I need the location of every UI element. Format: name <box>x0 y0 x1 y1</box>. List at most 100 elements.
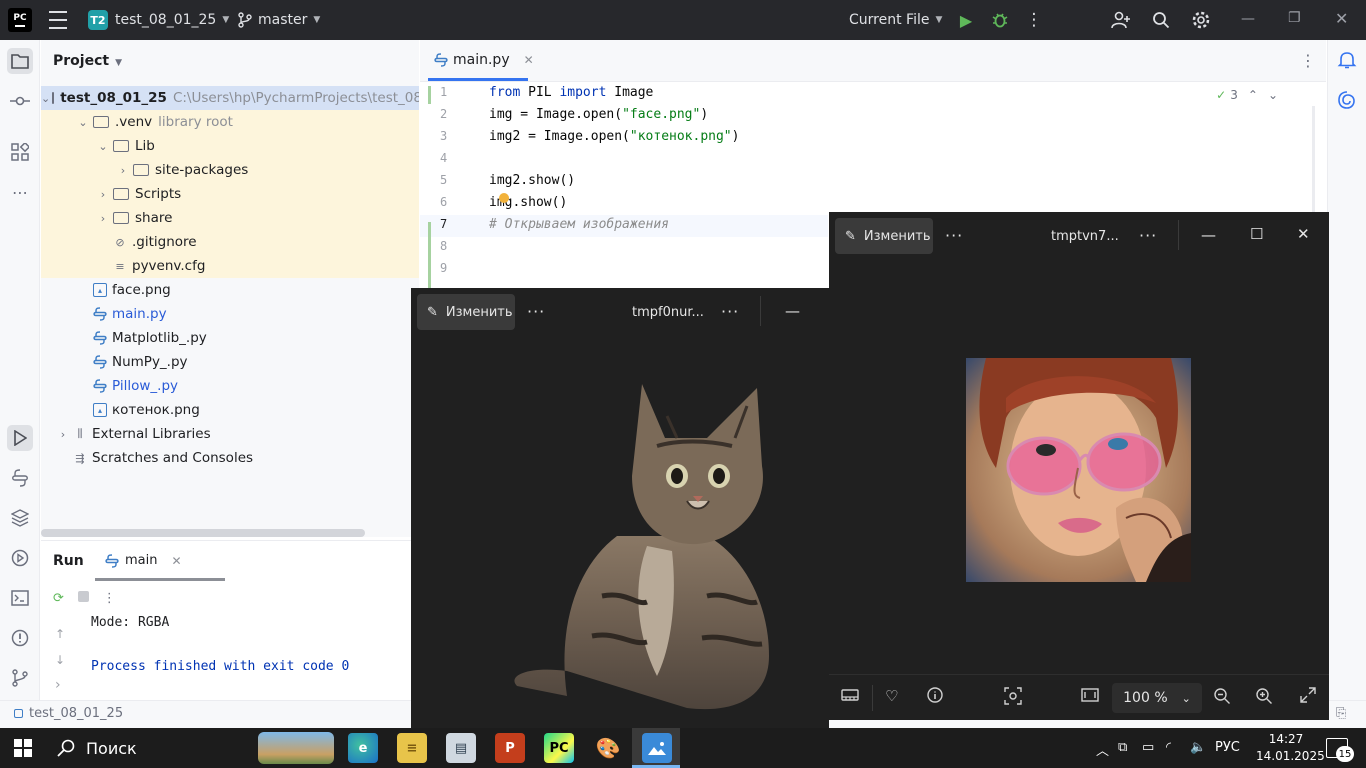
next-highlight-icon[interactable]: ⌄ <box>1268 88 1278 102</box>
run-configuration-selector[interactable]: Current File ▼ <box>849 12 942 28</box>
photos-app-icon[interactable] <box>642 733 672 763</box>
version-control-icon[interactable] <box>7 665 33 691</box>
run-icon[interactable]: ▶ <box>955 9 977 31</box>
tree-item[interactable]: › ⫼ External Libraries <box>41 422 419 446</box>
previous-highlight-icon[interactable]: ⌃ <box>1248 88 1258 102</box>
notifications-bell-icon[interactable] <box>1337 50 1357 74</box>
info-icon[interactable] <box>927 687 943 707</box>
close-icon[interactable]: ✕ <box>1297 225 1310 243</box>
problems-icon[interactable] <box>7 625 33 651</box>
main-menu-button[interactable] <box>48 11 68 29</box>
more-options-icon[interactable]: ··· <box>1139 226 1157 245</box>
services-icon[interactable] <box>7 545 33 571</box>
project-selector[interactable]: test_08_01_25 ▼ <box>115 12 229 28</box>
python-packages-icon[interactable] <box>7 505 33 531</box>
inspection-widget[interactable]: ✓ 3 ⌃ ⌄ <box>1216 88 1278 102</box>
file-explorer-icon[interactable]: ▤ <box>446 733 476 763</box>
lock-icon[interactable]: ⎘ <box>1336 706 1346 721</box>
close-tab-icon[interactable]: ✕ <box>171 554 181 568</box>
filmstrip-icon[interactable] <box>841 687 859 707</box>
notes-app-icon[interactable]: ≡ <box>397 733 427 763</box>
more-tools-icon[interactable]: ⋯ <box>7 179 33 205</box>
terminal-icon[interactable] <box>7 585 33 611</box>
zoom-out-icon[interactable] <box>1213 687 1231 709</box>
more-options-icon[interactable]: ··· <box>945 226 963 245</box>
settings-gear-icon[interactable] <box>1190 9 1212 31</box>
more-actions-icon[interactable]: ⋮ <box>1023 9 1045 31</box>
windows-start-icon[interactable] <box>14 739 32 757</box>
restore-icon[interactable]: ❐ <box>1288 10 1301 26</box>
project-panel-title[interactable]: Project ▼ <box>53 53 122 69</box>
network-icon[interactable]: ◜ <box>1166 740 1171 755</box>
fit-to-window-icon[interactable] <box>1081 687 1099 707</box>
tree-item[interactable]: ⌄ test_08_01_25 C:\Users\hp\PycharmProject… <box>41 86 419 110</box>
breadcrumb[interactable]: test_08_01_25 <box>14 706 123 721</box>
tree-item[interactable]: Matplotlib_.py <box>41 326 419 350</box>
search-highlights-image[interactable] <box>258 732 334 764</box>
volume-icon[interactable]: 🔈 <box>1190 740 1206 755</box>
maximize-icon[interactable]: ☐ <box>1250 225 1263 243</box>
edit-button[interactable]: ✎ Изменить <box>417 294 515 330</box>
run-tab-main[interactable]: main ✕ <box>105 553 182 568</box>
edit-button[interactable]: ✎ Изменить <box>835 218 933 254</box>
system-clock[interactable]: 14:27 14.01.2025 <box>1256 731 1325 765</box>
edge-browser-icon[interactable]: e <box>348 733 378 763</box>
scroll-up-icon[interactable]: ↑ <box>55 627 65 641</box>
tree-item[interactable]: ⌄ .venv library root <box>41 110 419 134</box>
branch-selector[interactable]: master ▼ <box>238 12 320 28</box>
battery-icon[interactable]: ▭ <box>1142 740 1154 755</box>
more-options-icon[interactable]: ··· <box>527 302 545 321</box>
tab-main-py[interactable]: main.py ✕ <box>432 52 534 68</box>
close-icon[interactable]: ✕ <box>1335 9 1348 28</box>
debug-icon[interactable] <box>989 9 1011 31</box>
zoom-in-icon[interactable] <box>1255 687 1273 709</box>
ai-assistant-icon[interactable] <box>1337 90 1357 114</box>
tree-item[interactable]: ⇶ Scratches and Consoles <box>41 446 419 470</box>
horizontal-scrollbar[interactable] <box>41 529 365 537</box>
chevron-down-icon[interactable]: ⌄ <box>41 92 50 105</box>
tree-item[interactable]: ≡ pyvenv.cfg <box>41 254 419 278</box>
favorite-heart-icon[interactable]: ♡ <box>885 687 898 705</box>
stop-icon[interactable] <box>77 591 89 606</box>
minimize-icon[interactable]: — <box>785 302 800 320</box>
taskbar-search[interactable]: Поиск <box>48 728 248 768</box>
project-tool-icon[interactable] <box>7 48 33 74</box>
pycharm-taskbar-icon[interactable]: PC <box>544 733 574 763</box>
minimize-icon[interactable]: — <box>1201 226 1216 244</box>
search-icon[interactable] <box>1150 9 1172 31</box>
tree-item[interactable]: ▴ котенок.png <box>41 398 419 422</box>
close-tab-icon[interactable]: ✕ <box>524 53 534 67</box>
project-badge[interactable]: T2 <box>88 10 108 30</box>
input-language[interactable]: РУС <box>1215 740 1240 755</box>
commit-tool-icon[interactable] <box>7 88 33 114</box>
expand-icon[interactable]: › <box>55 677 61 693</box>
scroll-down-icon[interactable]: ↓ <box>55 653 65 667</box>
chevron-right-icon[interactable]: › <box>115 164 131 177</box>
tree-item[interactable]: › Scripts <box>41 182 419 206</box>
tree-item[interactable]: Pillow_.py <box>41 374 419 398</box>
run-tool-icon[interactable] <box>7 425 33 451</box>
more-actions-icon[interactable]: ⋮ <box>103 591 116 606</box>
chevron-down-icon[interactable]: ⌄ <box>95 140 111 153</box>
fullscreen-icon[interactable] <box>1300 687 1316 707</box>
chevron-right-icon[interactable]: › <box>95 188 111 201</box>
powerpoint-icon[interactable]: P <box>495 733 525 763</box>
minimize-icon[interactable]: — <box>1241 11 1255 27</box>
tree-item[interactable]: ⌄ Lib <box>41 134 419 158</box>
tree-item[interactable]: NumPy_.py <box>41 350 419 374</box>
visual-search-icon[interactable] <box>1004 687 1022 709</box>
rerun-icon[interactable]: ⟳ <box>53 591 64 606</box>
more-options-icon[interactable]: ··· <box>721 302 739 321</box>
paint-icon[interactable]: 🎨 <box>593 733 623 763</box>
python-console-icon[interactable] <box>7 465 33 491</box>
tree-item[interactable]: › site-packages <box>41 158 419 182</box>
tree-item[interactable]: main.py <box>41 302 419 326</box>
tree-item[interactable]: ⊘ .gitignore <box>41 230 419 254</box>
intention-bulb-icon[interactable] <box>499 193 509 203</box>
chevron-right-icon[interactable]: › <box>95 212 111 225</box>
zoom-level-dropdown[interactable]: 100 % ⌄ <box>1112 683 1202 713</box>
add-user-icon[interactable] <box>1110 9 1132 31</box>
tray-app-icon[interactable]: ⧉ <box>1118 740 1127 755</box>
tree-item[interactable]: › share <box>41 206 419 230</box>
show-hidden-icons[interactable]: ︿ <box>1096 740 1109 759</box>
